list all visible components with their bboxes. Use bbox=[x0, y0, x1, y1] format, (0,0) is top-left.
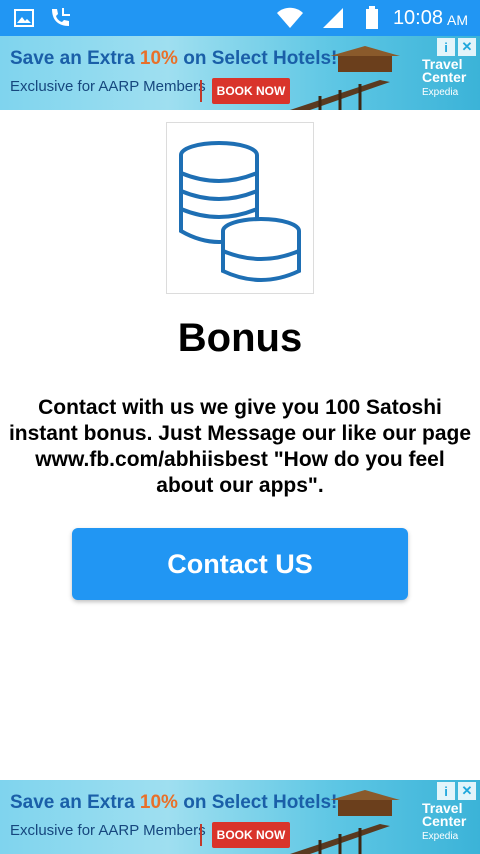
coins-icon bbox=[179, 141, 301, 282]
bonus-description: Contact with us we give you 100 Satoshi … bbox=[8, 396, 472, 497]
book-now-button[interactable]: BOOK NOW bbox=[212, 822, 290, 848]
adchoices[interactable]: i ✕ bbox=[437, 38, 476, 56]
book-now-button[interactable]: BOOK NOW bbox=[212, 78, 290, 104]
pier-hut-image bbox=[290, 46, 400, 110]
ad-banner-top[interactable]: Save an Extra 10% on Select Hotels! Excl… bbox=[0, 36, 480, 110]
battery-icon bbox=[365, 0, 379, 36]
contact-us-button[interactable]: Contact US bbox=[72, 528, 408, 600]
adchoices[interactable]: i ✕ bbox=[437, 782, 476, 800]
missed-call-icon bbox=[48, 0, 74, 36]
ad-close-icon[interactable]: ✕ bbox=[458, 782, 476, 800]
ad-brand: Travel Center Expedia bbox=[422, 800, 467, 842]
ad-divider bbox=[200, 80, 202, 102]
ad-subtitle: Exclusive for AARP Members bbox=[10, 78, 206, 95]
ad-close-icon[interactable]: ✕ bbox=[458, 38, 476, 56]
coins-image bbox=[166, 122, 314, 294]
adchoices-info-icon[interactable]: i bbox=[437, 782, 455, 800]
adchoices-info-icon[interactable]: i bbox=[437, 38, 455, 56]
ad-divider bbox=[200, 824, 202, 846]
cell-signal-icon bbox=[322, 0, 344, 36]
ad-headline: Save an Extra 10% on Select Hotels! bbox=[10, 48, 338, 69]
page-title: Bonus bbox=[177, 316, 303, 360]
clock: 10:08 AM bbox=[392, 6, 468, 29]
ad-headline: Save an Extra 10% on Select Hotels! bbox=[10, 792, 338, 813]
gallery-icon bbox=[14, 0, 34, 36]
ad-banner-bottom[interactable]: Save an Extra 10% on Select Hotels! Excl… bbox=[0, 780, 480, 854]
wifi-icon bbox=[276, 0, 304, 36]
ad-brand: Travel Center Expedia bbox=[422, 56, 467, 98]
status-bar: 10:08 AM bbox=[0, 0, 480, 36]
pier-hut-image bbox=[290, 790, 400, 854]
ad-subtitle: Exclusive for AARP Members bbox=[10, 822, 206, 839]
